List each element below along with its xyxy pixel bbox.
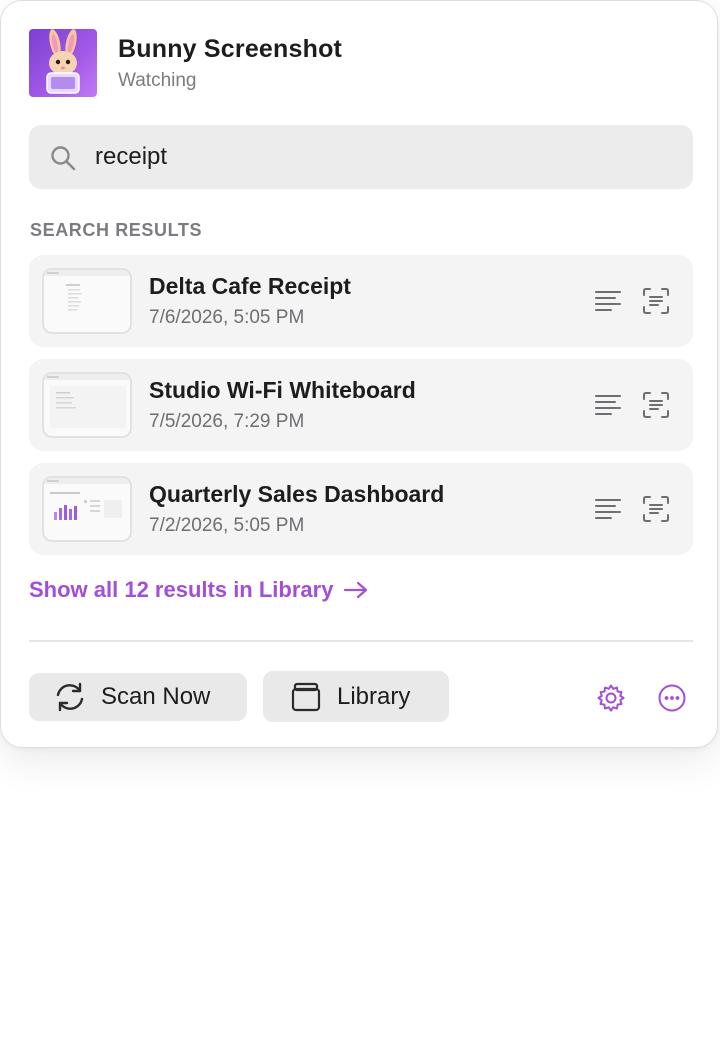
result-row[interactable]: Delta Cafe Receipt 7/6/2026, 5:05 PM [29, 255, 693, 347]
result-title: Delta Cafe Receipt [149, 273, 351, 299]
screenshot-thumbnail [42, 372, 132, 438]
result-date: 7/5/2026, 7:29 PM [149, 411, 305, 432]
show-all-label: Show all 12 results in Library [29, 577, 334, 602]
text-scan-icon[interactable] [641, 390, 671, 420]
text-lines-icon[interactable] [593, 494, 623, 524]
library-button[interactable]: Library [263, 671, 449, 722]
result-title: Studio Wi-Fi Whiteboard [149, 377, 416, 403]
result-date: 7/2/2026, 5:05 PM [149, 515, 305, 536]
screenshot-thumbnail [42, 476, 132, 542]
search-bar[interactable] [29, 125, 693, 189]
gear-icon[interactable] [596, 683, 626, 713]
text-scan-icon[interactable] [641, 286, 671, 316]
result-title: Quarterly Sales Dashboard [149, 481, 445, 507]
app-status: Watching [118, 70, 197, 91]
library-label: Library [337, 682, 411, 710]
result-row[interactable]: Studio Wi-Fi Whiteboard 7/5/2026, 7:29 P… [29, 359, 693, 451]
screenshot-thumbnail [42, 268, 132, 334]
search-input[interactable] [95, 137, 655, 177]
scan-now-button[interactable]: Scan Now [29, 673, 247, 721]
more-options-icon[interactable] [657, 683, 687, 713]
refresh-icon [56, 682, 84, 712]
divider [29, 640, 693, 642]
text-lines-icon[interactable] [593, 286, 623, 316]
text-lines-icon[interactable] [593, 390, 623, 420]
library-icon [291, 682, 321, 711]
app-title: Bunny Screenshot [118, 35, 343, 63]
scan-now-label: Scan Now [101, 683, 211, 710]
show-all-results-link[interactable]: Show all 12 results in Library [29, 577, 369, 603]
result-row[interactable]: Quarterly Sales Dashboard 7/2/2026, 5:05… [29, 463, 693, 555]
search-icon [51, 146, 76, 171]
popover-panel: Bunny Screenshot Watching SEARCH RESULTS [0, 0, 718, 748]
arrow-right-icon [344, 581, 368, 599]
section-label-search-results: SEARCH RESULTS [30, 220, 203, 240]
text-scan-icon[interactable] [641, 494, 671, 524]
app-logo [29, 29, 97, 97]
result-date: 7/6/2026, 5:05 PM [149, 307, 305, 328]
